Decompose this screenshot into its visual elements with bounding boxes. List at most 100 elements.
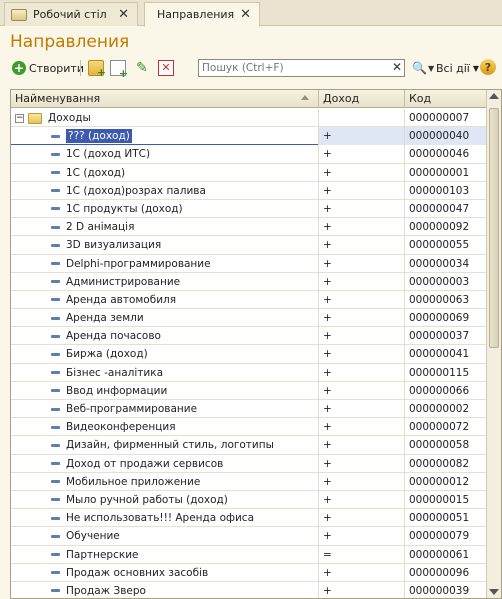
group-income	[319, 109, 405, 127]
table-row[interactable]: 2 D анімація +000000092	[11, 218, 487, 237]
item-icon	[51, 516, 60, 520]
row-income: +	[319, 418, 405, 437]
row-income: +	[319, 181, 405, 200]
table-header: Найменування Доход Код	[11, 90, 487, 108]
row-name: Партнерские	[66, 548, 139, 561]
tab-desktop[interactable]: Робочий стіл ✕	[4, 2, 138, 26]
row-code: 000000058	[409, 439, 470, 452]
scroll-thumb[interactable]	[489, 108, 499, 348]
table-row[interactable]: Не использовать!!! Аренда офиса +00000005…	[11, 509, 487, 528]
search-input[interactable]	[199, 60, 385, 76]
search-field[interactable]: ✕	[198, 59, 405, 77]
row-code: 000000069	[409, 312, 470, 325]
table-row[interactable]: Продаж основних засобів +000000096	[11, 563, 487, 582]
row-name: Не использовать!!! Аренда офиса	[66, 512, 255, 525]
row-name: Аренда земли	[66, 312, 144, 325]
row-income: +	[319, 400, 405, 418]
row-code: 000000103	[409, 184, 470, 197]
column-header-code[interactable]: Код	[405, 90, 487, 108]
chevron-down-icon[interactable]: ▼	[428, 58, 434, 78]
item-icon	[51, 134, 60, 138]
table-row-group[interactable]: − Доходы 000000007	[11, 109, 487, 128]
table-row[interactable]: Дизайн, фирменный стиль, логотипы +000000…	[11, 436, 487, 455]
table-row[interactable]: Биржа (доход) +000000041	[11, 345, 487, 364]
table-row[interactable]: Ввод информации +000000066	[11, 381, 487, 400]
delete-icon[interactable]: ✕	[158, 60, 174, 76]
plus-icon: +	[12, 61, 26, 75]
table-row[interactable]: 1С (доход) +000000001	[11, 163, 487, 182]
item-icon	[51, 316, 60, 320]
row-code: 000000039	[409, 584, 470, 597]
add-folder-icon[interactable]	[88, 60, 106, 79]
row-code: 000000041	[409, 348, 470, 361]
row-code: 000000002	[409, 403, 470, 415]
create-button[interactable]: + Створити	[12, 58, 84, 78]
row-code: 000000096	[409, 566, 470, 579]
item-icon	[51, 371, 60, 375]
close-icon[interactable]: ✕	[240, 7, 251, 22]
row-name: 1С (доход)розрах палива	[66, 184, 206, 197]
row-name: Биржа (доход)	[66, 348, 148, 361]
table-row[interactable]: Delphi-программирование +000000034	[11, 254, 487, 273]
row-income: +	[319, 527, 405, 546]
item-icon	[51, 334, 60, 338]
row-name: Веб-программирование	[66, 403, 198, 415]
copy-icon[interactable]	[110, 60, 128, 80]
table-row[interactable]: Администрирование +000000003	[11, 272, 487, 291]
item-icon	[51, 207, 60, 211]
item-icon	[51, 225, 60, 229]
table-row[interactable]: Обучение +000000079	[11, 527, 487, 546]
search-icon[interactable]: 🔍	[412, 58, 427, 78]
table-row[interactable]: Аренда почасово +000000037	[11, 327, 487, 346]
row-name: 1С (доход ИТС)	[66, 148, 151, 161]
row-income: +	[319, 490, 405, 509]
row-income: +	[319, 163, 405, 182]
table-row[interactable]: 3D визуализация +000000055	[11, 236, 487, 255]
scroll-up-icon[interactable]	[489, 93, 499, 99]
table-row[interactable]: Мобильное приложение +000000012	[11, 472, 487, 491]
table-row[interactable]: 1С (доход ИТС) +000000046	[11, 145, 487, 164]
scroll-down-icon[interactable]	[489, 589, 499, 595]
edit-icon[interactable]: ✎	[134, 60, 150, 76]
row-code: 000000063	[409, 293, 470, 306]
all-actions-button[interactable]: Всі дії ▼	[436, 58, 479, 78]
vertical-scrollbar[interactable]	[486, 90, 501, 598]
table-row[interactable]: Мыло ручной работы (доход) +000000015	[11, 490, 487, 510]
row-income: +	[319, 563, 405, 582]
row-code: 000000079	[409, 530, 470, 543]
row-name: Мобильное приложение	[66, 475, 201, 488]
table-row[interactable]: Аренда автомобиля +000000063	[11, 290, 487, 310]
table-row[interactable]: Партнерские = 000000061	[11, 545, 487, 564]
row-code: 000000046	[409, 148, 470, 161]
row-code: 000000034	[409, 257, 470, 270]
all-actions-label: Всі дії	[436, 61, 470, 75]
table-row[interactable]: 1С (доход)розрах палива +000000103	[11, 181, 487, 200]
row-name: Доход от продажи сервисов	[66, 457, 224, 470]
help-icon[interactable]: ?	[480, 59, 496, 75]
row-name: 2 D анімація	[66, 221, 135, 234]
table-row[interactable]: 1С продукты (доход) +000000047	[11, 199, 487, 219]
table-row[interactable]: Веб-программирование +000000002	[11, 400, 487, 419]
item-icon	[51, 280, 60, 284]
row-code: 000000061	[409, 548, 470, 561]
table-body: − Доходы 000000007 ??? (доход) +000000040 1…	[11, 109, 487, 598]
row-code: 000000066	[409, 384, 470, 397]
item-icon	[51, 589, 60, 593]
row-income: +	[319, 254, 405, 273]
tab-directions[interactable]: Направления ✕	[144, 2, 260, 27]
row-name: Мыло ручной работы (доход)	[66, 493, 228, 506]
table-row[interactable]: Бізнес -аналітика +000000115	[11, 363, 487, 382]
close-icon[interactable]: ✕	[118, 7, 129, 22]
table-row[interactable]: ??? (доход) +000000040	[11, 127, 487, 146]
column-header-income[interactable]: Доход	[319, 90, 405, 108]
collapse-icon[interactable]: −	[15, 113, 24, 123]
row-income: +	[319, 236, 405, 255]
table-row[interactable]: Продаж Зверо +000000039	[11, 581, 487, 598]
table-row[interactable]: Видеоконференция +000000072	[11, 418, 487, 437]
column-header-name[interactable]: Найменування	[11, 90, 319, 108]
item-icon	[51, 498, 60, 502]
table-row[interactable]: Аренда земли +000000069	[11, 309, 487, 328]
table-row[interactable]: Доход от продажи сервисов +000000082	[11, 454, 487, 473]
clear-search-icon[interactable]: ✕	[392, 60, 402, 74]
item-icon	[51, 152, 60, 156]
